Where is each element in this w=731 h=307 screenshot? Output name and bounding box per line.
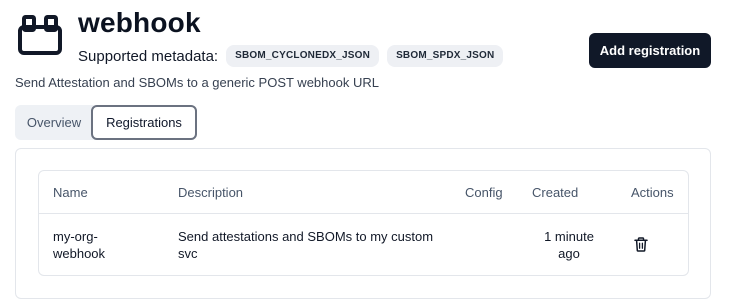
registration-name: my-org- webhook <box>53 228 105 262</box>
add-registration-button[interactable]: Add registration <box>589 33 711 68</box>
tab-overview[interactable]: Overview <box>15 105 93 140</box>
registration-description-line1: Send attestations and SBOMs to my custom <box>178 229 434 244</box>
column-header-description: Description <box>178 184 244 200</box>
supported-metadata: Supported metadata: SBOM_CYCLONEDX_JSON … <box>78 45 511 67</box>
metadata-badge-cyclonedx: SBOM_CYCLONEDX_JSON <box>226 45 380 67</box>
metadata-badge-spdx: SBOM_SPDX_JSON <box>387 45 504 67</box>
tab-registrations[interactable]: Registrations <box>91 105 197 140</box>
registration-created: 1 minute ago <box>534 228 604 262</box>
metadata-label: Supported metadata: <box>78 47 219 65</box>
plugin-description: Send Attestation and SBOMs to a generic … <box>15 75 379 90</box>
registrations-table: Name Description Config Created Actions … <box>38 170 689 276</box>
registration-created-line2: ago <box>558 246 580 261</box>
column-header-name: Name <box>53 184 88 200</box>
registrations-panel: Name Description Config Created Actions … <box>15 148 711 299</box>
registration-description-line2: svc <box>178 246 198 261</box>
plugin-blocks-icon <box>18 15 62 55</box>
registration-created-line1: 1 minute <box>544 229 594 244</box>
page-title: webhook <box>78 7 201 38</box>
column-header-config: Config <box>465 184 503 200</box>
column-header-actions: Actions <box>631 184 674 200</box>
trash-icon[interactable] <box>634 237 648 252</box>
registration-name-line1: my-org- <box>53 229 98 244</box>
column-header-created: Created <box>532 184 579 200</box>
registration-description: Send attestations and SBOMs to my custom… <box>178 228 433 262</box>
registration-name-line2: webhook <box>53 246 106 261</box>
header-divider <box>39 213 688 214</box>
tab-list: Overview Registrations <box>15 105 197 140</box>
